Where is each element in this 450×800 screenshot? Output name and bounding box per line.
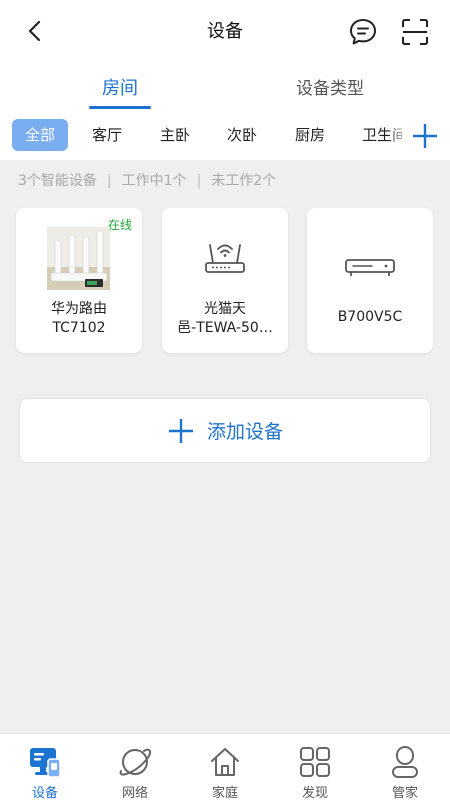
message-icon <box>350 19 376 45</box>
plus-icon <box>168 418 193 443</box>
tab-device-type[interactable]: 设备类型 <box>270 74 390 99</box>
view-tabs: 房间 设备类型 <box>0 62 450 114</box>
online-status-badge: 在线 <box>107 218 132 232</box>
device-name: 光猫天 邑-TEWA-50… <box>168 300 282 338</box>
message-button[interactable] <box>346 15 380 49</box>
device-name-line1: 华为路由 <box>51 301 107 317</box>
nav-label: 家庭 <box>211 786 238 800</box>
bottom-nav: 设备 网络 家庭 发现 管家 <box>0 733 450 800</box>
nav-item-home[interactable]: 家庭 <box>180 734 270 800</box>
tab-room[interactable]: 房间 <box>60 74 180 100</box>
device-card-huawei-router[interactable]: 在线 华为路由 TC7102 <box>16 208 142 353</box>
device-card-optical-modem[interactable]: 光猫天 邑-TEWA-50… <box>162 208 288 353</box>
add-room-button[interactable] <box>408 119 442 153</box>
device-name: 华为路由 TC7102 <box>22 300 136 338</box>
summary-total: 3个智能设备 <box>18 173 97 189</box>
room-chip-living-room[interactable]: 客厅 <box>92 119 122 151</box>
summary-working: 工作中1个 <box>121 173 187 189</box>
room-chip-all[interactable]: 全部 <box>12 119 68 151</box>
device-name-line1: 光猫天 <box>204 301 246 317</box>
nav-item-discover[interactable]: 发现 <box>270 734 360 800</box>
nav-item-network[interactable]: 网络 <box>90 734 180 800</box>
add-device-label: 添加设备 <box>206 421 283 443</box>
device-summary: 3个智能设备 | 工作中1个 | 未工作2个 <box>18 170 276 190</box>
nav-item-butler[interactable]: 管家 <box>360 734 450 800</box>
home-icon <box>211 748 239 776</box>
filter-fade <box>388 114 410 160</box>
nav-label: 网络 <box>121 786 148 800</box>
plus-icon <box>413 124 437 148</box>
device-name-line2: TC7102 <box>52 320 106 336</box>
planet-icon <box>119 748 152 776</box>
set-top-box-icon <box>345 259 395 276</box>
active-tab-indicator <box>89 106 151 109</box>
device-name-line1: B700V5C <box>337 309 403 325</box>
nav-label: 发现 <box>301 786 328 800</box>
butler-icon <box>392 746 418 778</box>
page-title: 设备 <box>207 21 243 42</box>
nav-label: 管家 <box>391 786 418 800</box>
room-chip-master-bedroom[interactable]: 主卧 <box>160 119 190 151</box>
nav-item-devices[interactable]: 设备 <box>0 734 90 800</box>
device-card-set-top-box[interactable]: B700V5C <box>307 208 433 353</box>
wifi-router-icon <box>205 244 245 273</box>
scan-button[interactable] <box>398 15 432 49</box>
device-name-line2: 邑-TEWA-50… <box>177 320 273 336</box>
summary-idle: 未工作2个 <box>211 173 277 189</box>
grid-icon <box>300 747 330 777</box>
device-icon <box>30 748 61 778</box>
room-chip-kitchen[interactable]: 厨房 <box>295 119 325 151</box>
room-chip-second-bedroom[interactable]: 次卧 <box>227 119 257 151</box>
scan-icon <box>402 19 428 45</box>
router-photo <box>47 227 110 290</box>
summary-separator: | <box>106 173 112 189</box>
nav-label: 设备 <box>31 786 58 800</box>
add-device-button[interactable]: 添加设备 <box>19 398 431 463</box>
device-name: B700V5C <box>313 308 427 327</box>
summary-separator: | <box>196 173 202 189</box>
top-bar: 设备 <box>0 0 450 62</box>
room-filter-bar: 全部 客厅 主卧 次卧 厨房 卫生间 <box>0 114 450 160</box>
